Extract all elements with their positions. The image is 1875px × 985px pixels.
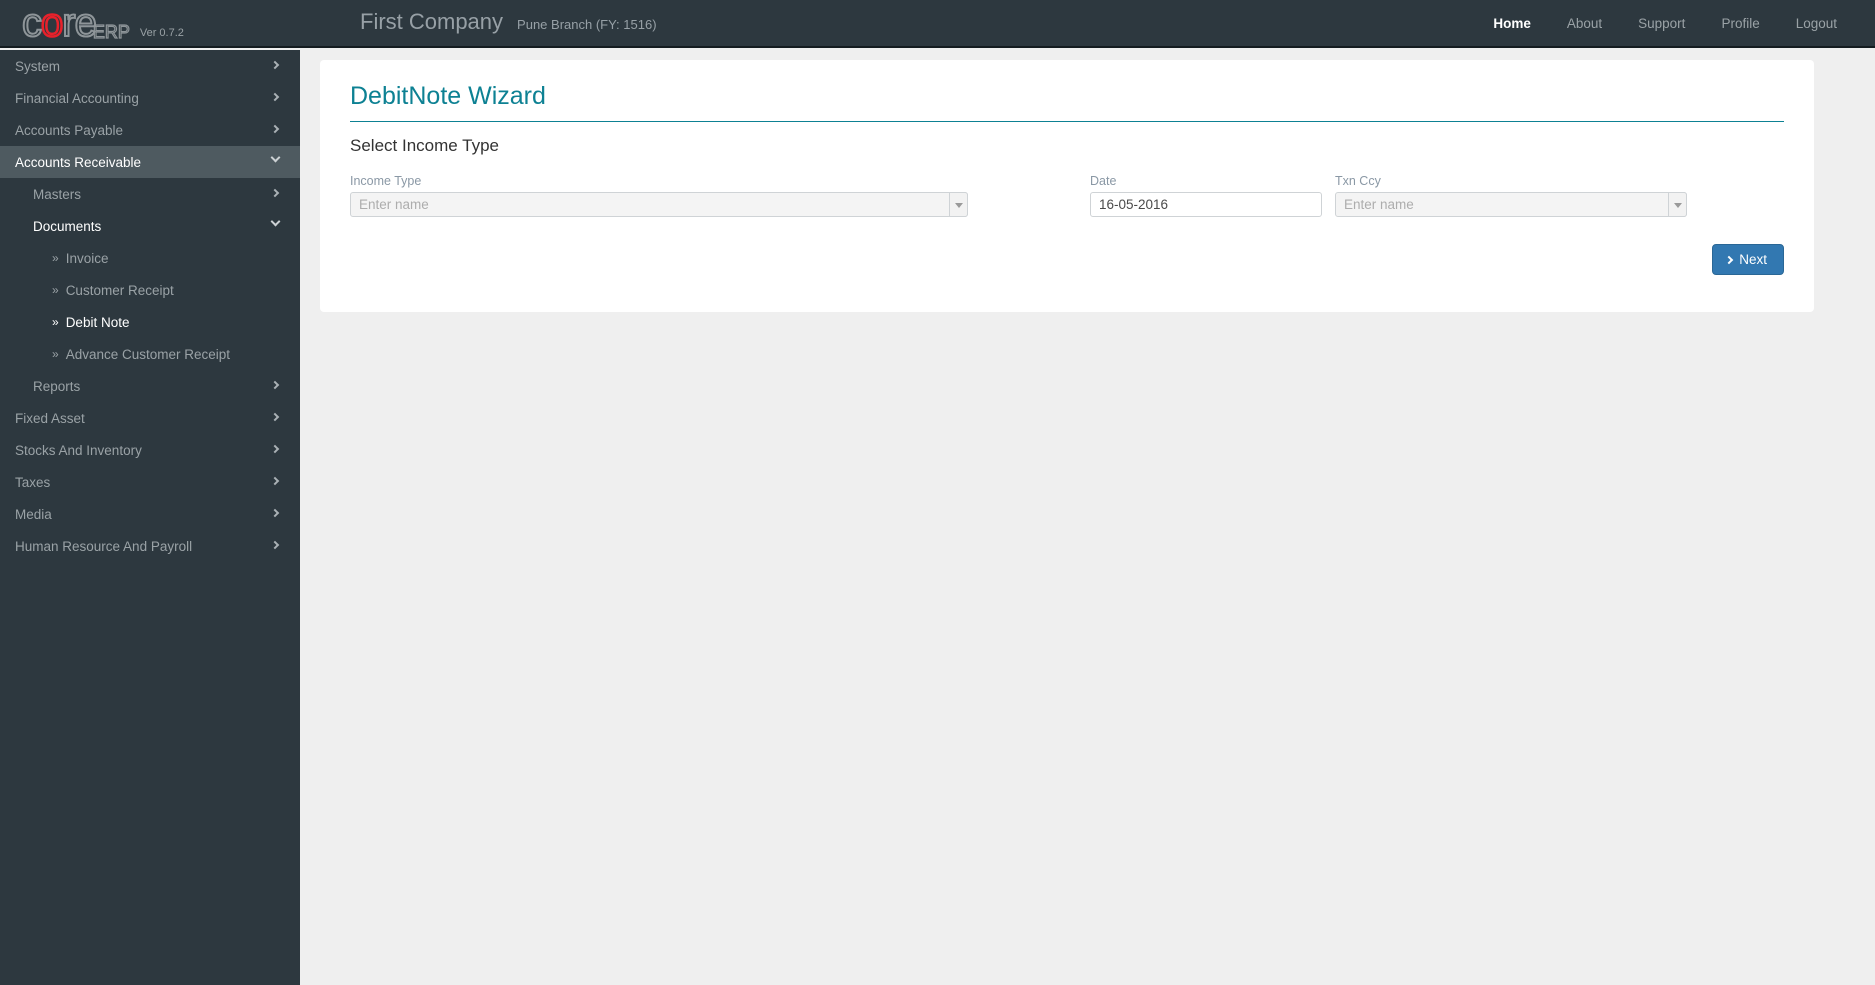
bullet-icon: »	[52, 347, 59, 361]
sidebar-item-label: Fixed Asset	[15, 410, 85, 426]
txn-ccy-input-group	[1335, 192, 1687, 217]
nav-profile[interactable]: Profile	[1703, 0, 1777, 48]
top-header-bar: c o r e ERP Ver 0.7.2 First Company Pune…	[0, 0, 1875, 48]
caret-down-icon	[954, 202, 963, 208]
logo-letter-c: c	[21, 1, 43, 45]
sidebar-item-label: Customer Receipt	[65, 282, 174, 298]
income-type-dropdown-button[interactable]	[949, 192, 968, 217]
txn-ccy-label: Txn Ccy	[1335, 174, 1381, 188]
sidebar-item-label: Debit Note	[65, 314, 130, 330]
sidebar-item-label: Documents	[33, 218, 102, 234]
sidebar-item-debit-note[interactable]: » Debit Note	[0, 306, 300, 338]
chevron-right-icon	[270, 92, 282, 103]
chevron-right-icon	[270, 124, 282, 135]
section-heading: Select Income Type	[350, 136, 499, 155]
income-type-input[interactable]	[350, 192, 968, 217]
sidebar-item-label: System	[15, 58, 61, 74]
sidebar-item-label: Invoice	[65, 250, 109, 266]
sidebar-navigation: System Financial Accounting Accounts Pay…	[0, 50, 300, 985]
sidebar-item-label: Masters	[33, 186, 82, 202]
chevron-right-icon	[270, 60, 282, 71]
nav-logout[interactable]: Logout	[1778, 0, 1855, 48]
sidebar-item-accounts-receivable[interactable]: Accounts Receivable	[0, 146, 300, 178]
sidebar-item-documents[interactable]: Documents	[0, 210, 300, 242]
sidebar-item-financial-accounting[interactable]: Financial Accounting	[0, 82, 300, 114]
wizard-form-row: Income Type Date Txn Ccy	[350, 174, 1784, 220]
txn-ccy-input[interactable]	[1335, 192, 1687, 217]
sidebar-item-masters[interactable]: Masters	[0, 178, 300, 210]
txn-ccy-field-group: Txn Ccy	[1335, 174, 1687, 217]
sidebar-item-fixed-asset[interactable]: Fixed Asset	[0, 402, 300, 434]
sidebar-item-system[interactable]: System	[0, 50, 300, 82]
sidebar-item-advance-customer-receipt[interactable]: » Advance Customer Receipt	[0, 338, 300, 370]
chevron-right-icon	[270, 476, 282, 487]
income-type-input-group	[350, 192, 968, 217]
wizard-panel: DebitNote Wizard Select Income Type Inco…	[320, 60, 1814, 312]
next-button[interactable]: Next	[1712, 244, 1784, 275]
sidebar-item-accounts-payable[interactable]: Accounts Payable	[0, 114, 300, 146]
sidebar-item-media[interactable]: Media	[0, 498, 300, 530]
sidebar-item-customer-receipt[interactable]: » Customer Receipt	[0, 274, 300, 306]
chevron-down-icon	[270, 216, 282, 231]
app-version-label: Ver 0.7.2	[139, 27, 184, 39]
income-type-label: Income Type	[350, 174, 422, 188]
chevron-right-icon	[270, 444, 282, 455]
sidebar-item-label: Financial Accounting	[15, 90, 139, 106]
date-input-group	[1090, 192, 1322, 217]
chevron-right-icon	[270, 380, 282, 391]
wizard-actions: Next	[350, 238, 1784, 282]
bullet-icon: »	[52, 283, 59, 297]
logo-letter-r: r	[61, 1, 76, 45]
sidebar-item-label: Human Resource And Payroll	[15, 538, 193, 554]
income-type-field-group: Income Type	[350, 174, 968, 217]
company-name: First Company	[360, 9, 504, 34]
date-field-group: Date	[1090, 174, 1322, 217]
main-content-area: DebitNote Wizard Select Income Type Inco…	[300, 50, 1875, 985]
next-button-label: Next	[1739, 252, 1767, 267]
page-title: DebitNote Wizard	[350, 82, 1784, 122]
date-label: Date	[1090, 174, 1117, 188]
chevron-down-icon	[270, 152, 282, 167]
logo-letter-o-red: o	[40, 1, 65, 45]
bullet-icon: »	[52, 251, 59, 265]
sidebar-item-label: Reports	[33, 378, 81, 394]
txn-ccy-dropdown-button[interactable]	[1668, 192, 1687, 217]
sidebar-item-stocks-and-inventory[interactable]: Stocks And Inventory	[0, 434, 300, 466]
sidebar-item-invoice[interactable]: » Invoice	[0, 242, 300, 274]
sidebar-item-human-resource-and-payroll[interactable]: Human Resource And Payroll	[0, 530, 300, 562]
chevron-right-icon	[270, 508, 282, 519]
chevron-right-icon	[270, 188, 282, 199]
caret-down-icon	[1673, 202, 1682, 208]
sidebar-item-taxes[interactable]: Taxes	[0, 466, 300, 498]
company-context: First Company Pune Branch (FY: 1516)	[360, 9, 657, 35]
nav-support[interactable]: Support	[1620, 0, 1703, 48]
chevron-right-icon	[1724, 255, 1734, 264]
chevron-right-icon	[270, 540, 282, 551]
top-navigation: Home About Support Profile Logout	[1475, 0, 1855, 48]
sidebar-item-label: Advance Customer Receipt	[65, 346, 231, 362]
sidebar-item-label: Taxes	[15, 474, 51, 490]
nav-home[interactable]: Home	[1475, 0, 1549, 48]
logo-erp-suffix: ERP	[92, 21, 130, 42]
date-input[interactable]	[1090, 192, 1322, 217]
sidebar-item-reports[interactable]: Reports	[0, 370, 300, 402]
logo-wordmark: c o r e	[21, 1, 98, 45]
sidebar-item-label: Media	[15, 506, 52, 522]
sidebar-item-label: Accounts Receivable	[15, 154, 142, 170]
sidebar-item-label: Stocks And Inventory	[15, 442, 142, 458]
branch-fiscal-year: Pune Branch (FY: 1516)	[517, 17, 657, 32]
nav-about[interactable]: About	[1549, 0, 1620, 48]
sidebar-item-label: Accounts Payable	[15, 122, 124, 138]
chevron-right-icon	[270, 412, 282, 423]
app-logo[interactable]: c o r e ERP Ver 0.7.2	[21, 1, 184, 45]
bullet-icon: »	[52, 315, 59, 329]
